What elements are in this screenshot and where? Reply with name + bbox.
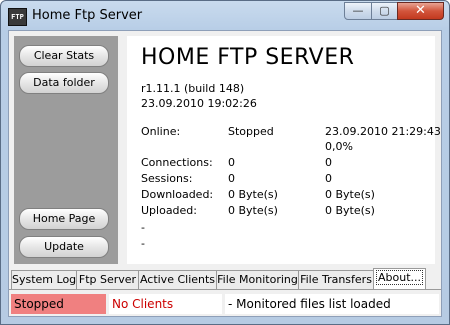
tab-label: File Transfers <box>300 273 372 286</box>
tab-divider <box>9 289 441 290</box>
window-title: Home Ftp Server <box>32 8 143 23</box>
tab-label: About... <box>375 270 423 285</box>
app-window: FTP Home Ftp Server — ▢ ✕ Clear Stats Da… <box>0 0 450 325</box>
online-percent: 0,0% <box>325 140 353 153</box>
minimize-button[interactable]: — <box>344 2 372 20</box>
sessions-current: 0 <box>228 172 235 185</box>
connections-current: 0 <box>228 156 235 169</box>
uploaded-total: 0 Byte(s) <box>325 204 375 217</box>
downloaded-label: Downloaded: <box>141 188 214 201</box>
tab-ftp-server[interactable]: Ftp Server <box>76 270 139 289</box>
maximize-button[interactable]: ▢ <box>371 2 398 20</box>
version-text: r1.11.1 (build 148) <box>141 82 245 95</box>
close-icon: ✕ <box>415 3 426 18</box>
client-area: Clear Stats Data folder Home Page Update… <box>8 30 442 317</box>
ftp-app-icon[interactable]: FTP <box>8 8 27 26</box>
tab-about[interactable]: About... <box>373 268 426 290</box>
info-line-2: - <box>141 237 145 250</box>
tab-label: System Log <box>12 273 77 286</box>
close-button[interactable]: ✕ <box>397 2 444 20</box>
status-bar: Stopped No Clients - Monitored files lis… <box>9 292 441 316</box>
sidebar: Clear Stats Data folder Home Page Update <box>14 36 118 264</box>
online-label: Online: <box>141 125 181 138</box>
tab-file-monitoring[interactable]: File Monitoring <box>216 270 299 289</box>
tab-label: File Monitoring <box>217 273 298 286</box>
downloaded-current: 0 Byte(s) <box>228 188 278 201</box>
build-date-text: 23.09.2010 19:02:26 <box>141 97 257 110</box>
clear-stats-button[interactable]: Clear Stats <box>19 45 109 67</box>
connections-total: 0 <box>325 156 332 169</box>
online-time: 23.09.2010 21:29:43 <box>325 125 441 138</box>
tab-strip: System Log Ftp Server Active Clients Fil… <box>9 268 441 290</box>
status-message: - Monitored files list loaded <box>225 294 439 314</box>
about-panel: HOME FTP SERVER r1.11.1 (build 148) 23.0… <box>127 36 441 264</box>
tab-active-clients[interactable]: Active Clients <box>138 270 217 289</box>
uploaded-current: 0 Byte(s) <box>228 204 278 217</box>
tab-system-log[interactable]: System Log <box>11 270 77 289</box>
minimize-icon: — <box>352 4 364 17</box>
sessions-label: Sessions: <box>141 172 193 185</box>
maximize-icon: ▢ <box>379 4 390 17</box>
clients-status: No Clients <box>109 294 222 314</box>
server-state-status: Stopped <box>11 294 106 314</box>
app-heading: HOME FTP SERVER <box>141 45 355 70</box>
update-button[interactable]: Update <box>19 236 109 258</box>
title-bar[interactable]: FTP Home Ftp Server — ▢ ✕ <box>1 1 449 31</box>
downloaded-total: 0 Byte(s) <box>325 188 375 201</box>
tab-label: Ftp Server <box>78 273 137 286</box>
uploaded-label: Uploaded: <box>141 204 197 217</box>
tab-label: Active Clients <box>139 273 216 286</box>
sessions-total: 0 <box>325 172 332 185</box>
data-folder-button[interactable]: Data folder <box>19 72 109 94</box>
online-status: Stopped <box>228 125 274 138</box>
home-page-button[interactable]: Home Page <box>19 208 109 230</box>
connections-label: Connections: <box>141 156 213 169</box>
info-line-1: - <box>141 221 145 234</box>
tab-file-transfers[interactable]: File Transfers <box>298 270 374 289</box>
